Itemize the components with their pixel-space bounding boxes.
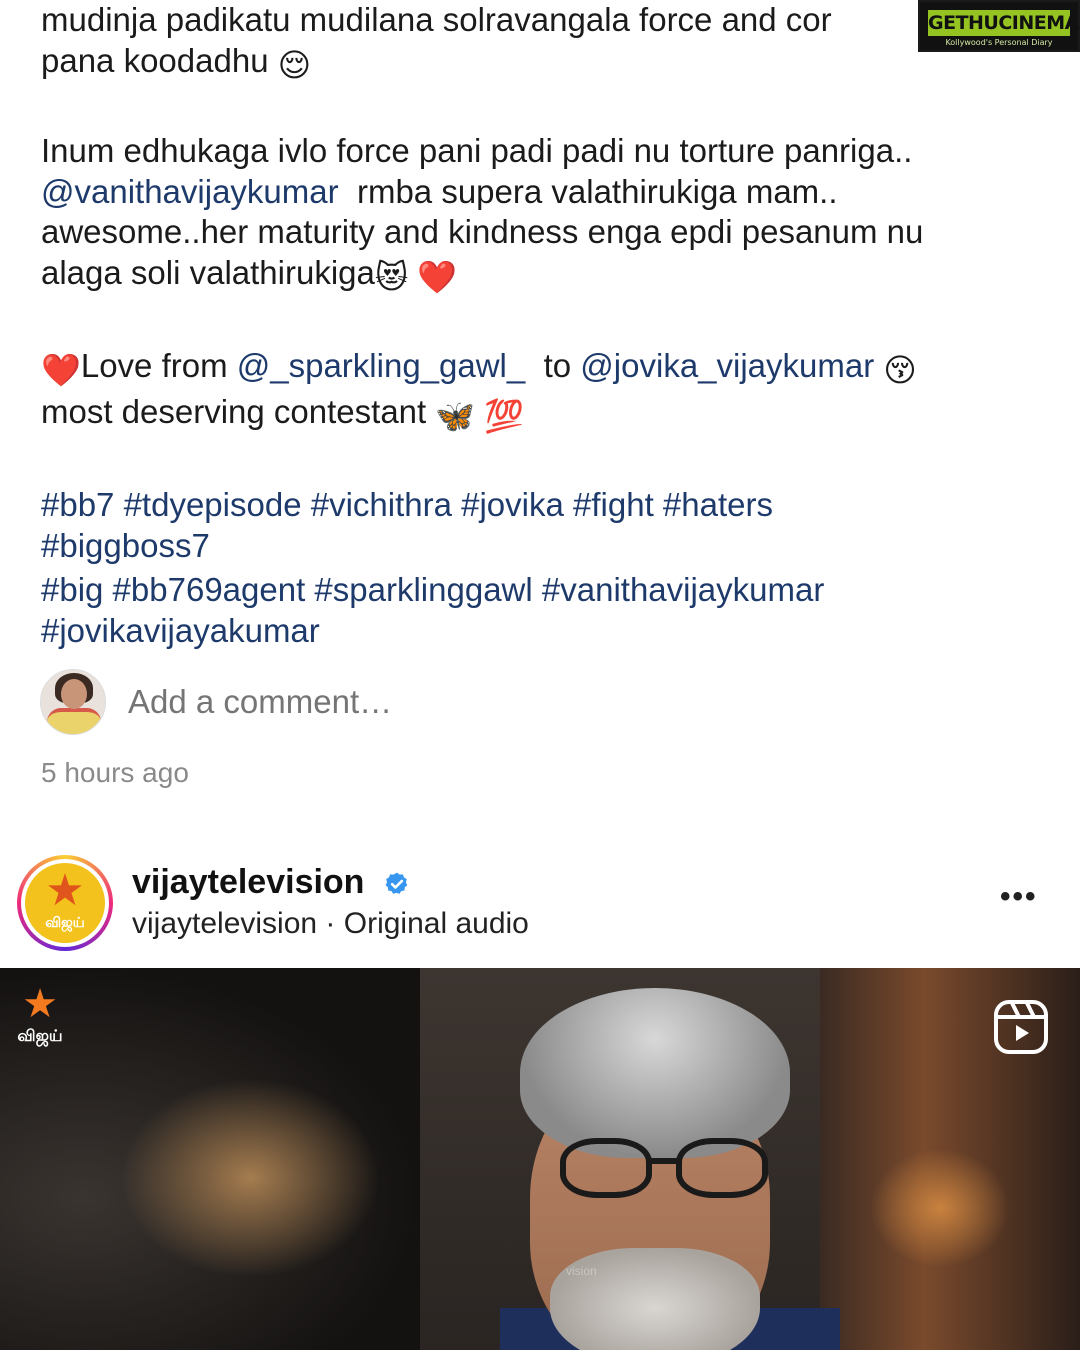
hashtag-line[interactable]: #bb7 #tdyepisode #vichithra #jovika #fig… — [41, 485, 1051, 526]
mention-link[interactable]: @vanithavijaykumar — [41, 173, 339, 210]
star-icon: ★ — [22, 982, 58, 1026]
caption-text: to — [543, 347, 572, 384]
hashtag-line[interactable]: #jovikavijayakumar — [41, 611, 1051, 652]
verified-badge-icon — [385, 872, 408, 894]
post-timestamp: 5 hours ago — [41, 757, 189, 788]
post-audio-subline[interactable]: vijaytelevision · Original audio — [132, 907, 529, 941]
watermark-tagline: Kollywood's Personal Diary — [945, 38, 1053, 47]
caption-line: ❤️Love from @_sparkling_gawl_ to @jovika… — [41, 343, 1051, 389]
caption-text: pana koodadhu — [41, 41, 269, 79]
logo-text: விஜய் — [45, 915, 85, 931]
red-heart-emoji: ❤️ — [41, 352, 81, 388]
caption-line: awesome..her maturity and kindness enga … — [41, 213, 924, 250]
relieved-emoji: 😌 — [277, 46, 312, 83]
mention-link[interactable]: @_sparkling_gawl_ — [237, 347, 526, 384]
butterfly-hundred-emoji: 🦋 💯 — [435, 398, 524, 434]
reels-icon[interactable] — [992, 998, 1050, 1056]
user-avatar[interactable] — [40, 669, 106, 735]
watermark-brand: GETHUCINEMA — [928, 10, 1079, 36]
reel-video[interactable]: vision ★ விஜய் — [0, 968, 1080, 1350]
glasses-shape — [560, 1138, 770, 1198]
hashtag-line[interactable]: #big #bb769agent #sparklinggawl #vanitha… — [41, 570, 1051, 611]
story-ring[interactable]: ★ விஜய் — [17, 855, 113, 951]
caption-line: mudinja padikatu mudilana solravangala f… — [41, 1, 832, 38]
caption-line: @vanithavijaykumar rmba supera valathiru… — [41, 172, 1051, 213]
post-caption: mudinja padikatu mudilana solravangala f… — [41, 0, 1051, 651]
vijay-tv-logo: ★ விஜய் — [25, 863, 105, 943]
caption-line: pana koodadhu 😌 — [41, 41, 1051, 82]
channel-logo-text: விஜய் — [17, 1026, 63, 1045]
caption-text: alaga soli valathirukiga — [41, 253, 375, 291]
hashtag-line[interactable]: #biggboss7 — [41, 526, 1051, 567]
star-icon: ★ — [45, 866, 85, 915]
post-username[interactable]: vijaytelevision — [132, 863, 364, 902]
channel-logo: ★ விஜய் — [10, 984, 70, 1054]
caption-text: most deserving contestant — [41, 393, 427, 430]
mention-link[interactable]: @jovika_vijaykumar — [580, 347, 874, 384]
video-person — [500, 988, 840, 1350]
caption-line: most deserving contestant 🦋 💯 — [41, 389, 1051, 435]
caption-line: Inum edhukaga ivlo force pani padi padi … — [41, 132, 913, 169]
caption-text: rmba supera valathirukiga mam.. — [356, 172, 838, 210]
more-options-icon[interactable]: ••• — [1000, 880, 1038, 914]
caption-line: alaga soli valathirukiga😻 ❤️ — [41, 253, 1051, 294]
post-header: ★ விஜய் vijaytelevision vijaytelevision … — [0, 850, 1080, 951]
kissing-emoji: 😚 — [883, 352, 917, 388]
add-comment-row — [40, 669, 528, 735]
heart-eyes-cat-emoji: 😻 ❤️ — [374, 258, 457, 295]
comment-input[interactable] — [128, 683, 528, 721]
gethucinema-watermark: GETHUCINEMA Kollywood's Personal Diary — [918, 0, 1080, 52]
caption-text: Love from — [80, 347, 228, 384]
video-watermark: vision — [566, 1264, 597, 1278]
